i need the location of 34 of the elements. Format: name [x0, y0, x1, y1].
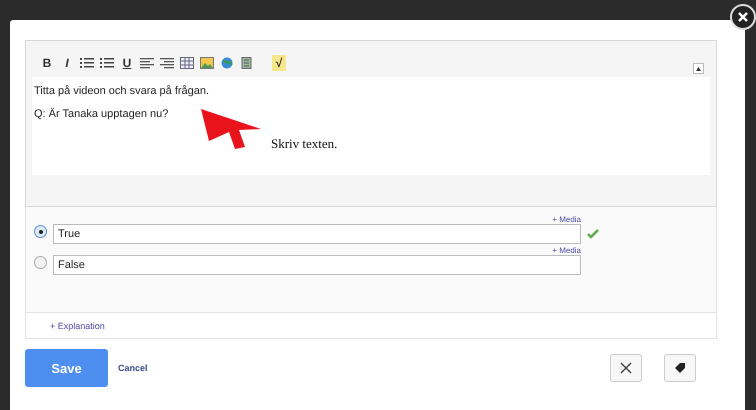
- add-media-link[interactable]: + Media: [552, 215, 581, 224]
- globe-icon: [220, 57, 234, 69]
- close-icon: [738, 12, 748, 22]
- italic-button[interactable]: I: [60, 55, 74, 71]
- add-media-link[interactable]: + Media: [552, 246, 581, 255]
- close-button[interactable]: [730, 4, 756, 30]
- annotation-text: Skriv texten.: [271, 136, 338, 152]
- collapse-button[interactable]: [693, 63, 704, 74]
- table-icon: [180, 57, 194, 69]
- text-editor[interactable]: B I U √ Titta på videon och svara på frågan. Q: Är Tanaka upptagen nu? Skriv texten.: [25, 40, 717, 207]
- radio-button[interactable]: [34, 225, 47, 238]
- cancel-link[interactable]: Cancel: [118, 363, 148, 373]
- image-icon: [200, 57, 214, 69]
- underline-button[interactable]: U: [120, 55, 134, 71]
- radio-dot-icon: [38, 230, 42, 234]
- tag-button[interactable]: [664, 354, 696, 382]
- tag-icon: [674, 363, 685, 373]
- tools-button[interactable]: [610, 354, 642, 382]
- editor-text: Titta på videon och svara på frågan.: [34, 85, 210, 97]
- add-explanation-link[interactable]: + Explanation: [50, 320, 105, 330]
- up-triangle-icon: [696, 66, 701, 70]
- bold-button[interactable]: B: [40, 55, 54, 71]
- pointer-arrow-icon: [201, 109, 261, 149]
- editor-text: Q: Är Tanaka upptagen nu?: [34, 108, 170, 120]
- answer-field[interactable]: False: [53, 255, 581, 275]
- numbered-list-icon: [80, 57, 94, 69]
- radio-button[interactable]: [34, 256, 47, 269]
- answer-field[interactable]: True: [53, 224, 581, 244]
- align-left-icon: [140, 57, 154, 69]
- crossed-tools-icon: [620, 362, 632, 374]
- bullet-list-icon: [100, 57, 114, 69]
- document-icon: [240, 57, 254, 69]
- formula-button[interactable]: √: [272, 55, 286, 71]
- align-right-icon: [160, 57, 174, 69]
